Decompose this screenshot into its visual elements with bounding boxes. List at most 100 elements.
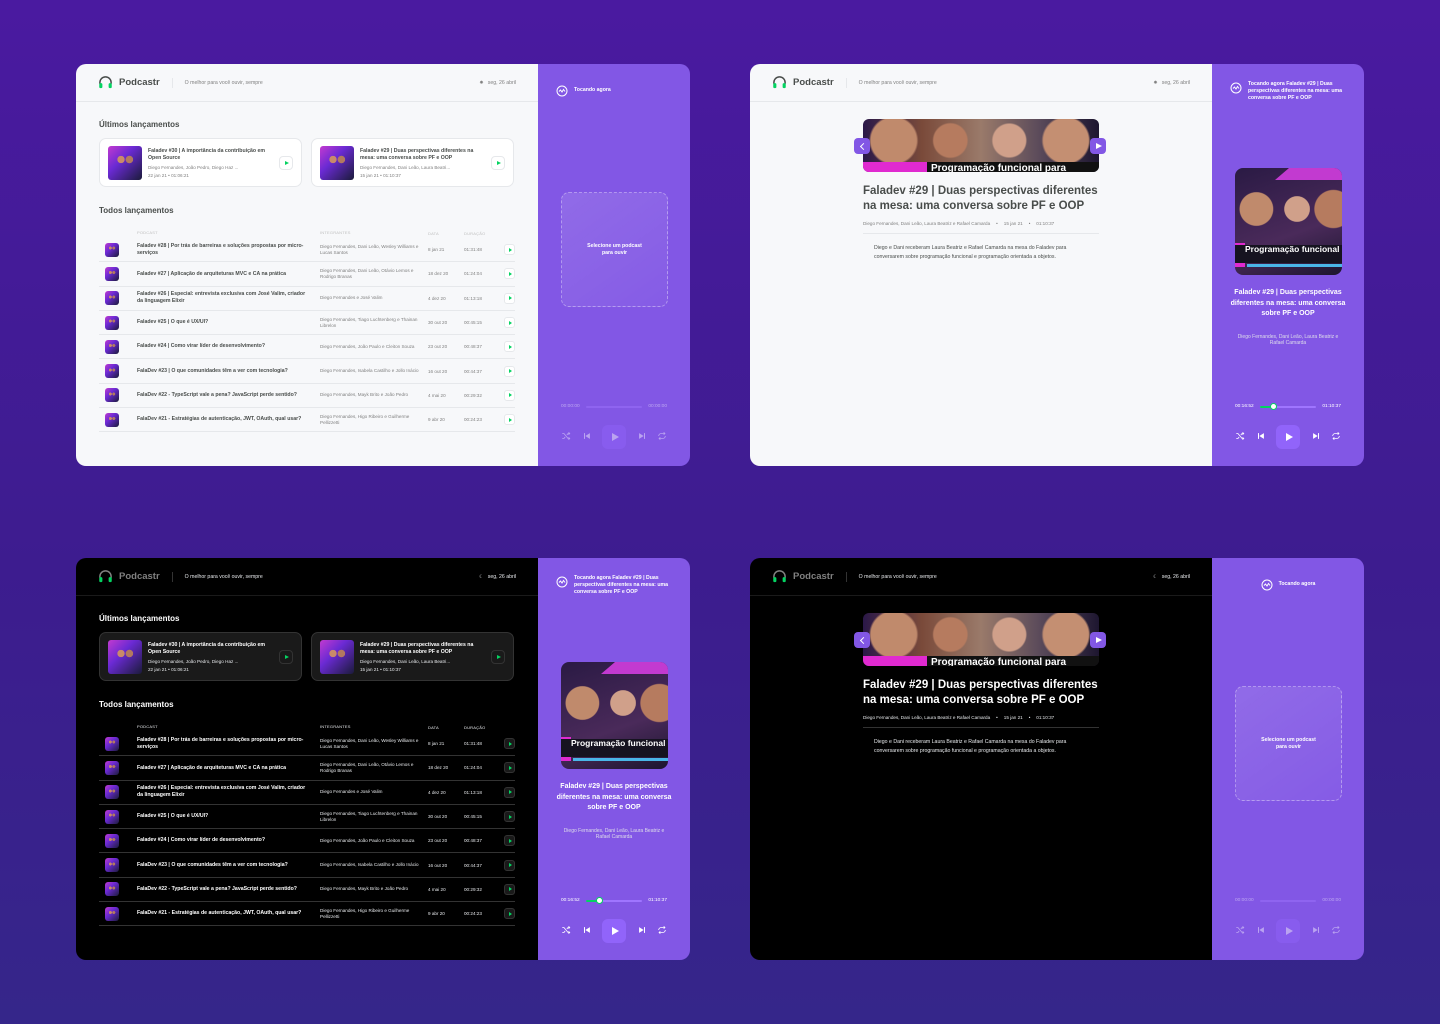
progress-knob[interactable]	[595, 897, 603, 904]
row-title[interactable]: FalaDev #21 - Estratégias de autenticaçã…	[137, 416, 320, 423]
repeat-icon	[658, 431, 666, 441]
repeat-button[interactable]	[1331, 428, 1341, 446]
row-title[interactable]: Faladev #26 | Especial: entrevista exclu…	[137, 785, 320, 799]
progress-bar[interactable]	[585, 897, 643, 904]
play-button[interactable]	[504, 389, 515, 401]
table-row[interactable]: FalaDev #21 - Estratégias de autenticaçã…	[99, 902, 515, 927]
latest-card[interactable]: Faladev #29 | Duas perspectivas diferent…	[311, 632, 514, 681]
row-title[interactable]: Faladev #24 | Como virar líder de desenv…	[137, 343, 320, 350]
play-button[interactable]	[504, 835, 515, 847]
play-button[interactable]	[504, 762, 515, 774]
play-button[interactable]	[504, 786, 515, 798]
row-title[interactable]: Faladev #27 | Aplicação de arquiteturas …	[137, 765, 320, 772]
play-button[interactable]	[504, 859, 515, 871]
back-button[interactable]	[854, 138, 870, 154]
table-row[interactable]: Faladev #26 | Especial: entrevista exclu…	[99, 287, 515, 311]
previous-button[interactable]	[1256, 428, 1266, 446]
progress-knob[interactable]	[1269, 403, 1277, 410]
repeat-button[interactable]	[657, 428, 667, 446]
logo[interactable]: Podcastr	[98, 569, 160, 584]
row-members: Diego Fernandes, João Paulo e Cleiton So…	[320, 343, 415, 349]
shuffle-button[interactable]	[1235, 428, 1245, 446]
table-row[interactable]: FalaDev #23 | O que comunidades têm a ve…	[99, 853, 515, 878]
row-title[interactable]: Faladev #25 | O que é UX/UI?	[137, 319, 320, 326]
next-button[interactable]	[637, 428, 647, 446]
table-row[interactable]: FalaDev #21 - Estratégias de autenticaçã…	[99, 408, 515, 433]
logo[interactable]: Podcastr	[772, 75, 834, 90]
table-row[interactable]: Faladev #25 | O que é UX/UI? Diego Fernan…	[99, 805, 515, 830]
table-row[interactable]: Faladev #25 | O que é UX/UI? Diego Fernan…	[99, 311, 515, 336]
row-title[interactable]: FalaDev #22 - TypeScript vale a pena? Ja…	[137, 392, 320, 399]
play-episode-button[interactable]	[1090, 632, 1106, 648]
row-title[interactable]: FalaDev #23 | O que comunidades têm a ve…	[137, 862, 320, 869]
previous-button[interactable]	[1256, 922, 1266, 940]
previous-button[interactable]	[582, 428, 592, 446]
card-title[interactable]: Faladev #29 | Duas perspectivas diferent…	[360, 642, 485, 656]
next-button[interactable]	[637, 922, 647, 940]
play-button[interactable]	[504, 738, 515, 750]
row-title[interactable]: Faladev #26 | Especial: entrevista exclu…	[137, 291, 320, 305]
play-pause-button[interactable]	[1276, 425, 1300, 449]
play-button[interactable]	[504, 811, 515, 823]
play-button[interactable]	[279, 155, 293, 170]
next-button[interactable]	[1311, 922, 1321, 940]
play-button[interactable]	[504, 883, 515, 895]
play-button[interactable]	[279, 649, 293, 664]
play-pause-button[interactable]	[1276, 919, 1300, 943]
play-button[interactable]	[504, 908, 515, 920]
play-button[interactable]	[491, 649, 505, 664]
row-title[interactable]: Faladev #24 | Como virar líder de desenv…	[137, 837, 320, 844]
table-row[interactable]: FalaDev #22 - TypeScript vale a pena? Ja…	[99, 384, 515, 409]
table-row[interactable]: Faladev #24 | Como virar líder de desenv…	[99, 335, 515, 360]
table-row[interactable]: Faladev #27 | Aplicação de arquiteturas …	[99, 262, 515, 287]
row-title[interactable]: FalaDev #22 - TypeScript vale a pena? Ja…	[137, 886, 320, 893]
repeat-button[interactable]	[657, 922, 667, 940]
play-button[interactable]	[504, 365, 515, 377]
previous-button[interactable]	[582, 922, 592, 940]
shuffle-button[interactable]	[1235, 922, 1245, 940]
next-button[interactable]	[1311, 428, 1321, 446]
play-button[interactable]	[504, 244, 515, 256]
table-row[interactable]: Faladev #27 | Aplicação de arquiteturas …	[99, 756, 515, 781]
play-button[interactable]	[504, 317, 515, 329]
play-button[interactable]	[504, 341, 515, 353]
play-button[interactable]	[504, 414, 515, 426]
latest-card[interactable]: Faladev #30 | A importância da contribui…	[99, 138, 302, 187]
row-title[interactable]: Faladev #28 | Por trás de barreiras e so…	[137, 737, 320, 751]
play-pause-button[interactable]	[602, 425, 626, 449]
shuffle-button[interactable]	[561, 922, 571, 940]
shuffle-button[interactable]	[561, 428, 571, 446]
row-title[interactable]: Faladev #28 | Por trás de barreiras e so…	[137, 243, 320, 257]
tagline: O melhor para você ouvir, sempre	[845, 77, 937, 88]
progress-bar[interactable]	[1259, 403, 1317, 410]
card-title[interactable]: Faladev #29 | Duas perspectivas diferent…	[360, 148, 485, 162]
table-row[interactable]: FalaDev #22 - TypeScript vale a pena? Ja…	[99, 878, 515, 903]
player-header: Tocando agora	[1212, 578, 1364, 591]
table-row[interactable]: Faladev #26 | Especial: entrevista exclu…	[99, 781, 515, 805]
row-duration: 00:24:23	[464, 417, 482, 423]
table-row[interactable]: FalaDev #23 | O que comunidades têm a ve…	[99, 359, 515, 384]
latest-card[interactable]: Faladev #30 | A importância da contribui…	[99, 632, 302, 681]
row-title[interactable]: Faladev #27 | Aplicação de arquiteturas …	[137, 271, 320, 278]
play-episode-button[interactable]	[1090, 138, 1106, 154]
logo[interactable]: Podcastr	[772, 569, 834, 584]
back-button[interactable]	[854, 632, 870, 648]
logo[interactable]: Podcastr	[98, 75, 160, 90]
card-title[interactable]: Faladev #30 | A importância da contribui…	[148, 148, 273, 162]
repeat-button[interactable]	[1331, 922, 1341, 940]
table-row[interactable]: Faladev #28 | Por trás de barreiras e so…	[99, 732, 515, 757]
row-thumb-cell	[99, 242, 137, 257]
row-duration: 01:13:18	[464, 789, 482, 795]
row-title[interactable]: FalaDev #23 | O que comunidades têm a ve…	[137, 368, 320, 375]
card-title[interactable]: Faladev #30 | A importância da contribui…	[148, 642, 273, 656]
table-row[interactable]: Faladev #28 | Por trás de barreiras e so…	[99, 238, 515, 263]
row-title[interactable]: FalaDev #21 - Estratégias de autenticaçã…	[137, 910, 320, 917]
play-button[interactable]	[504, 268, 515, 280]
play-button[interactable]	[491, 155, 505, 170]
row-members: Diego Fernandes, Mayk Brito e João Pedro	[320, 392, 409, 398]
play-button[interactable]	[504, 292, 515, 304]
latest-card[interactable]: Faladev #29 | Duas perspectivas diferent…	[311, 138, 514, 187]
row-title[interactable]: Faladev #25 | O que é UX/UI?	[137, 813, 320, 820]
play-pause-button[interactable]	[602, 919, 626, 943]
table-row[interactable]: Faladev #24 | Como virar líder de desenv…	[99, 829, 515, 854]
